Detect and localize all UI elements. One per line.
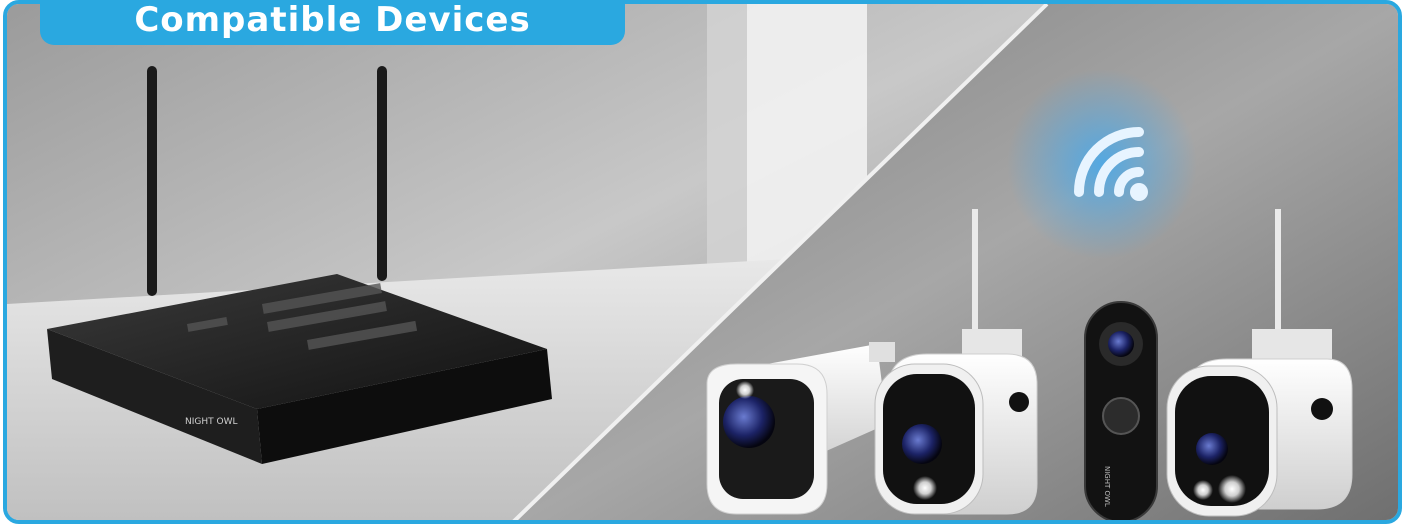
section-title-tab: Compatible Devices [40,0,625,45]
doorbell-brand-label: NIGHT OWL [1103,466,1111,507]
product-photo-panel: NIGHT OWL NIGHT OWL [3,0,1402,524]
nvr-brand-label: NIGHT OWL [185,417,237,427]
section-title: Compatible Devices [134,0,531,40]
banner-frame: NIGHT OWL NIGHT OWL Compatible Devices [0,0,1407,529]
video-doorbell: NIGHT OWL [1084,301,1158,520]
product-scene: NIGHT OWL NIGHT OWL [7,4,1398,520]
window-frame [707,4,747,304]
wifi-glow [1007,69,1197,259]
nvr-antenna-right [377,66,387,281]
nvr-antenna-left [147,66,157,296]
